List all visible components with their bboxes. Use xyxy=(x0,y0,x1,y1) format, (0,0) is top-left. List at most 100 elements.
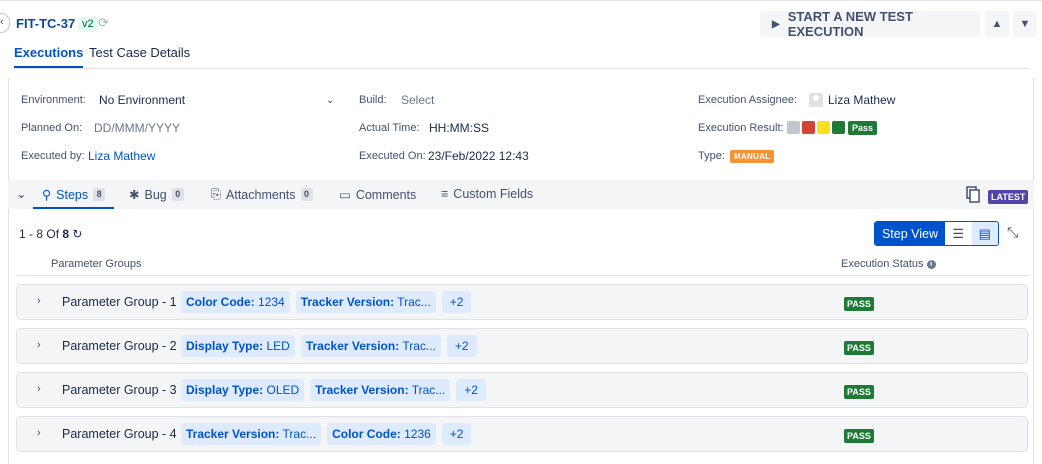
bug-count: 0 xyxy=(171,188,184,201)
executed-by-link[interactable]: Liza Mathew xyxy=(88,149,155,163)
panel-toggle-button[interactable]: ‹ xyxy=(0,13,10,33)
tab-executions[interactable]: Executions xyxy=(14,45,84,68)
expand-chevron-icon[interactable]: › xyxy=(37,339,41,351)
refresh-icon[interactable]: ↻ xyxy=(72,227,82,241)
table-row[interactable]: › Parameter Group - 2 Display Type: LED … xyxy=(16,328,1028,364)
subtab-comments[interactable]: ▭ Comments xyxy=(339,187,417,203)
more-params-chip[interactable]: +2 xyxy=(441,423,472,445)
execution-subtabs: ⌄ ⚲ Steps 8 ✱ Bug 0 ⎘ Attachments 0 ▭ Co… xyxy=(8,180,1034,209)
chevron-down-icon[interactable]: ⌄ xyxy=(326,95,334,106)
execution-result-label: Execution Result: xyxy=(698,122,784,134)
type-label: Type: xyxy=(698,150,725,162)
status-badge: PASS xyxy=(844,385,874,399)
detail-view-icon[interactable]: ▤ xyxy=(971,222,998,245)
param-value: Trac... xyxy=(411,383,446,397)
param-chip[interactable]: Tracker Version: Trac... xyxy=(181,423,322,445)
expand-chevron-icon[interactable]: › xyxy=(37,383,41,395)
status-badge: PASS xyxy=(844,429,874,443)
param-key: Tracker Version: xyxy=(305,339,400,353)
subtab-bug-label: Bug xyxy=(144,187,167,202)
play-icon: ▶ xyxy=(772,18,780,30)
execution-result-badge: Pass xyxy=(848,121,878,135)
tab-test-case-details[interactable]: Test Case Details xyxy=(89,45,190,68)
table-row[interactable]: › Parameter Group - 1 Color Code: 1234 T… xyxy=(16,284,1028,320)
table-row[interactable]: › Parameter Group - 3 Display Type: OLED… xyxy=(16,372,1028,408)
more-params-chip[interactable]: +2 xyxy=(446,335,477,357)
col-execution-status: Execution Status i xyxy=(841,258,936,270)
collapse-details-icon[interactable]: ⌄ xyxy=(16,186,26,201)
param-chip[interactable]: Display Type: OLED xyxy=(181,379,305,401)
executed-on-label: Executed On: xyxy=(359,150,426,162)
step-view-button[interactable]: Step View xyxy=(875,222,945,245)
next-button[interactable]: ▼ xyxy=(1013,11,1037,37)
sync-icon[interactable]: ⟳ xyxy=(98,15,109,31)
param-chip[interactable]: Display Type: LED xyxy=(181,335,295,357)
pagination-of: Of xyxy=(46,227,60,241)
chevron-down-icon: ▼ xyxy=(1019,18,1031,30)
param-chip[interactable]: Color Code: 1234 xyxy=(181,291,290,313)
param-chip[interactable]: Tracker Version: Trac... xyxy=(295,291,436,313)
param-key: Tracker Version: xyxy=(300,295,395,309)
param-value: 1234 xyxy=(258,295,285,309)
subtab-comments-label: Comments xyxy=(355,187,417,202)
active-subtab-indicator xyxy=(33,207,114,209)
bug-icon: ✱ xyxy=(129,188,140,202)
assignee-value[interactable]: Liza Mathew xyxy=(828,93,895,107)
expand-chevron-icon[interactable]: › xyxy=(37,295,41,307)
steps-count: 8 xyxy=(93,188,106,201)
subtab-attachments-label: Attachments xyxy=(226,187,296,202)
environment-select[interactable]: No Environment xyxy=(99,93,185,107)
param-chip[interactable]: Color Code: 1236 xyxy=(327,423,436,445)
param-chips: Display Type: LED Tracker Version: Trac.… xyxy=(181,335,477,357)
col-execution-status-label: Execution Status xyxy=(841,258,924,270)
test-case-key[interactable]: FIT-TC-37 xyxy=(16,16,75,31)
result-swatch-fail[interactable] xyxy=(802,121,815,134)
param-key: Tracker Version: xyxy=(186,427,280,441)
expand-chevron-icon[interactable]: › xyxy=(37,427,41,439)
result-swatch-pass[interactable] xyxy=(832,121,845,134)
planned-on-field[interactable]: DD/MMM/YYYY xyxy=(94,121,180,135)
attachments-count: 0 xyxy=(300,188,313,201)
result-swatch-wip[interactable] xyxy=(817,121,830,134)
param-value: Trac... xyxy=(402,339,436,353)
param-chip[interactable]: Tracker Version: Trac... xyxy=(310,379,451,401)
param-chip[interactable]: Tracker Version: Trac... xyxy=(300,335,441,357)
param-value: OLED xyxy=(266,383,300,397)
start-new-execution-button[interactable]: ▶ START A NEW TEST EXECUTION xyxy=(760,9,980,39)
param-value: 1236 xyxy=(404,427,431,441)
subtab-attachments[interactable]: ⎘ Attachments 0 xyxy=(211,187,313,202)
copy-icon[interactable] xyxy=(966,186,980,203)
more-params-chip[interactable]: +2 xyxy=(456,379,486,401)
steps-icon: ⚲ xyxy=(42,188,52,202)
info-icon[interactable]: i xyxy=(926,260,936,269)
status-badge: PASS xyxy=(844,341,874,355)
param-value: LED xyxy=(266,339,290,353)
pagination-range-text: 1 - 8 xyxy=(19,227,44,241)
build-select[interactable]: Select xyxy=(401,93,434,107)
more-params-chip[interactable]: +2 xyxy=(441,291,472,313)
pagination-range: 1 - 8 Of 8 ↻ xyxy=(19,227,82,241)
table-header: Parameter Groups Execution Status i xyxy=(16,252,1028,276)
version-badge: v2 xyxy=(78,17,98,32)
subtab-steps[interactable]: ⚲ Steps 8 xyxy=(42,187,106,202)
subtab-steps-label: Steps xyxy=(56,187,89,202)
result-swatch-unexecuted[interactable] xyxy=(787,121,800,134)
main-tabs: Executions Test Case Details xyxy=(14,45,1028,69)
subtab-bug[interactable]: ✱ Bug 0 xyxy=(129,187,184,202)
comment-icon: ▭ xyxy=(339,188,351,202)
subtab-custom-fields[interactable]: ≡ Custom Fields xyxy=(441,187,533,201)
assignee-label: Execution Assignee: xyxy=(698,94,798,106)
status-badge: PASS xyxy=(844,297,874,311)
start-new-execution-label: START A NEW TEST EXECUTION xyxy=(787,9,913,39)
latest-badge: LATEST xyxy=(988,190,1029,204)
table-row[interactable]: › Parameter Group - 4 Tracker Version: T… xyxy=(16,416,1028,452)
previous-button[interactable]: ▲ xyxy=(985,11,1009,37)
top-bar: ‹ FIT-TC-37 v2 ⟳ ▶ START A NEW TEST EXEC… xyxy=(0,0,1042,44)
collapse-all-icon[interactable]: ⤡ xyxy=(1007,224,1018,241)
actual-time-field[interactable]: HH:MM:SS xyxy=(429,121,489,135)
param-key: Tracker Version: xyxy=(315,383,409,397)
custom-fields-icon: ≡ xyxy=(441,187,449,201)
list-view-icon[interactable]: ☰ xyxy=(945,222,972,245)
paperclip-icon: ⎘ xyxy=(211,187,222,201)
param-value: Trac... xyxy=(397,295,431,309)
